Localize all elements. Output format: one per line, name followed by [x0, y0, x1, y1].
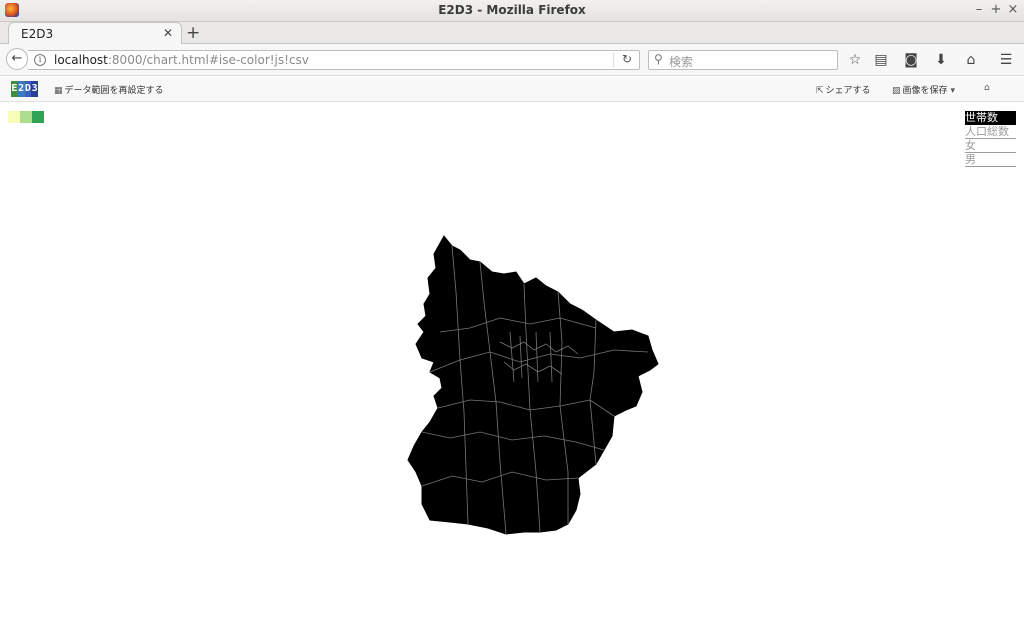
legend-swatch [8, 111, 20, 123]
save-image-button[interactable]: ▨ 画像を保存 ▾ [892, 83, 957, 96]
url-bar[interactable]: i localhost:8000/chart.html#ise-color!js… [28, 50, 640, 70]
share-icon: ⇱ [816, 86, 824, 96]
e2d3-logo[interactable]: E 2 D 3 [11, 81, 38, 97]
logo-letter: 3 [31, 81, 38, 97]
reset-data-range-button[interactable]: ▦ データ範囲を再設定する [54, 83, 164, 96]
window-titlebar: E2D3 - Mozilla Firefox – + × [0, 0, 1024, 22]
menu-item-total-population[interactable]: 人口総数 [965, 125, 1016, 139]
share-button[interactable]: ⇱ シェアする [816, 83, 871, 96]
app-toolbar: E 2 D 3 ▦ データ範囲を再設定する ⇱ シェアする ▨ 画像を保存 ▾ ⌂ [0, 77, 1024, 102]
close-window-icon[interactable]: × [1006, 2, 1020, 17]
url-text: localhost:8000/chart.html#ise-color!js!c… [54, 53, 309, 67]
search-placeholder: 検索 [669, 55, 694, 69]
reset-data-range-label: データ範囲を再設定する [64, 86, 164, 96]
hamburger-menu-icon[interactable]: ☰ [997, 51, 1015, 69]
window-title: E2D3 - Mozilla Firefox [438, 3, 586, 17]
new-tab-icon[interactable]: + [186, 23, 200, 43]
legend-swatch [32, 111, 44, 123]
navigation-bar: ← i localhost:8000/chart.html#ise-color!… [0, 44, 1024, 76]
map-region-outline[interactable] [407, 235, 659, 535]
logo-letter: E [11, 81, 18, 97]
back-arrow-icon[interactable]: ← [6, 48, 28, 70]
download-icon[interactable]: ⬇ [932, 51, 950, 69]
url-host: localhost [54, 53, 108, 67]
table-icon: ▦ [54, 86, 63, 96]
search-input[interactable]: ⚲ 検索 [648, 50, 838, 70]
pocket-icon[interactable]: ◙ [902, 51, 920, 69]
maximize-icon[interactable]: + [989, 2, 1003, 17]
search-icon: ⚲ [654, 52, 663, 66]
share-label: シェアする [825, 86, 871, 96]
url-path: :8000/chart.html#ise-color!js!csv [107, 53, 309, 67]
logo-letter: D [24, 81, 32, 97]
tab-label: E2D3 [21, 27, 54, 41]
tab-e2d3[interactable]: E2D3 ✕ [8, 22, 182, 45]
logo-letter: 2 [17, 81, 25, 97]
home-small-icon: ⌂ [984, 83, 990, 93]
tab-close-icon[interactable]: ✕ [163, 26, 173, 40]
star-icon[interactable]: ☆ [846, 51, 864, 69]
menu-item-male[interactable]: 男 [965, 153, 1016, 167]
minimize-icon[interactable]: – [972, 2, 986, 17]
url-separator [613, 53, 614, 67]
home-icon[interactable]: ⌂ [962, 51, 980, 69]
tab-strip: E2D3 ✕ + [0, 22, 1024, 45]
reload-icon[interactable]: ↻ [622, 52, 632, 66]
color-legend [8, 111, 44, 123]
image-file-icon: ▨ [892, 86, 901, 96]
reading-list-icon[interactable]: ▤ [872, 51, 890, 69]
home-link[interactable]: ⌂ [984, 83, 992, 93]
menu-item-households[interactable]: 世帯数 [965, 111, 1016, 125]
choropleth-map[interactable] [400, 232, 670, 542]
data-column-menu: 世帯数 人口総数 女 男 [965, 111, 1016, 167]
info-icon[interactable]: i [34, 54, 46, 66]
menu-item-female[interactable]: 女 [965, 139, 1016, 153]
save-image-label: 画像を保存 [902, 86, 948, 96]
caret-down-icon: ▾ [950, 86, 956, 96]
legend-swatch [20, 111, 32, 123]
